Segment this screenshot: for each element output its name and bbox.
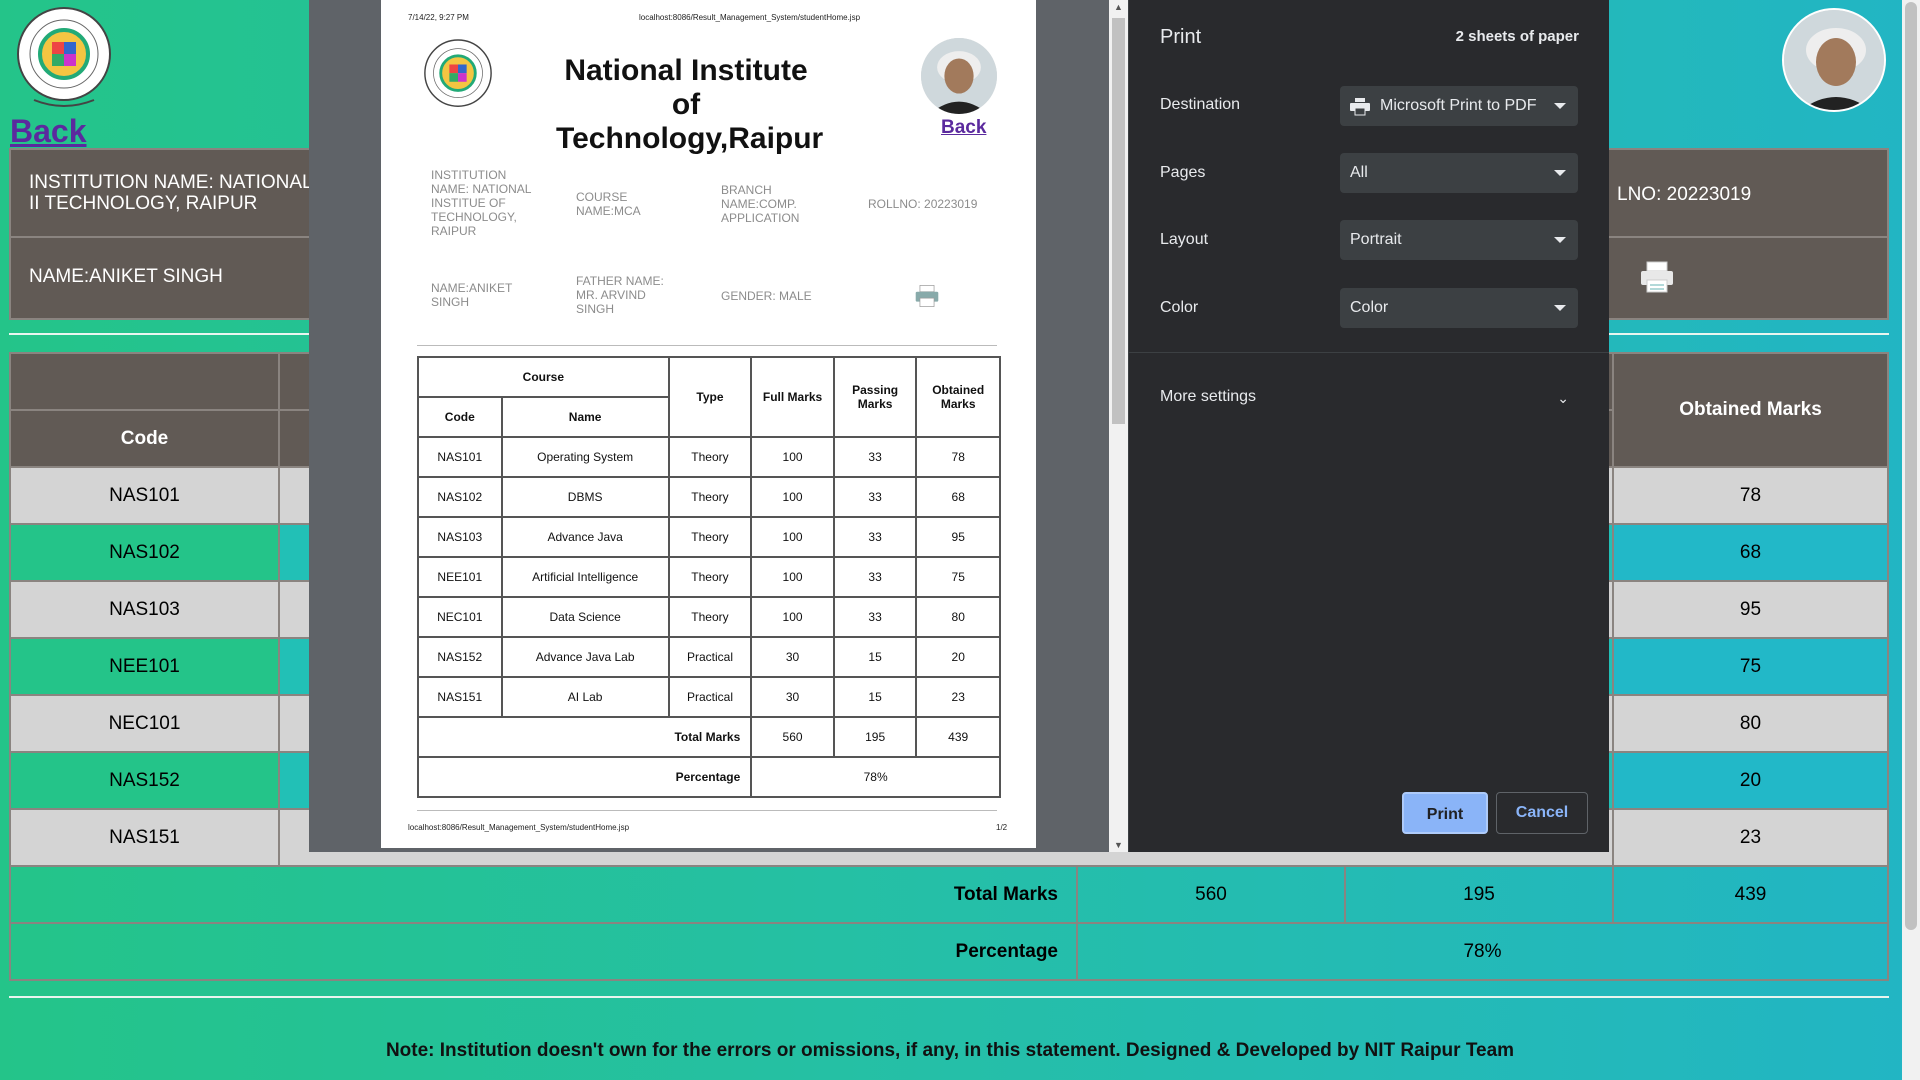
scroll-up-icon[interactable]: ▲ (1114, 2, 1123, 12)
print-header-url: localhost:8086/Result_Management_System/… (639, 13, 861, 22)
disclaimer-note: Note: Institution doesn't own for the er… (385, 1040, 1515, 1061)
preview-printer-icon (915, 285, 939, 307)
pages-label: Pages (1160, 164, 1206, 181)
print-dialog-title: Print (1160, 26, 1202, 48)
print-footer-page: 1/2 (996, 823, 1008, 832)
total-row: Total Marks 560 195 439 (416, 716, 1001, 758)
cancel-button[interactable]: Cancel (1496, 792, 1588, 834)
table-row: NEE101 Artificial Intelligence Theory 100 33… (417, 556, 1001, 598)
layout-select[interactable]: Portrait (1340, 220, 1578, 260)
destination-select[interactable]: Microsoft Print to PDF (1340, 86, 1578, 126)
preview-course: COURSE NAME:MCA (576, 190, 641, 218)
preview-title: National Institute of Technology,Raipur (556, 54, 824, 155)
layout-label: Layout (1160, 231, 1209, 248)
table-cell: NAS102 (9, 523, 280, 582)
divider (9, 996, 1889, 998)
rollno-text: LNO: 20223019 (1617, 184, 1752, 205)
pages-select[interactable]: All (1340, 153, 1578, 193)
table-cell: NAS152 (9, 751, 280, 810)
scroll-down-icon[interactable]: ▼ (1114, 840, 1123, 850)
chevron-down-icon (1554, 305, 1566, 311)
print-footer-url: localhost:8086/Result_Management_System/… (408, 823, 630, 832)
color-label: Color (1160, 299, 1199, 316)
table-cell: NAS103 (9, 580, 280, 639)
color-select[interactable]: Color (1340, 288, 1578, 328)
preview-name: NAME:ANIKET SINGH (431, 281, 513, 309)
obtained-header: Obtained Marks (1612, 352, 1889, 468)
printer-icon[interactable] (1639, 260, 1675, 294)
student-name-text: NAME:ANIKET SINGH (29, 266, 223, 287)
destination-label: Destination (1160, 96, 1241, 113)
percentage-value: 78% (1076, 922, 1889, 981)
print-settings-panel: Print 2 sheets of paper Destination Micr… (1129, 0, 1609, 852)
table-row: NAS151 AI Lab Practical 30 15 23 (417, 676, 1001, 718)
preview-sheet: 7/14/22, 9:27 PM localhost:8086/Result_M… (381, 0, 1036, 848)
code-header: Code (9, 409, 280, 468)
chevron-down-icon (1554, 103, 1566, 109)
table-row: NEC101 Data Science Theory 100 33 80 (417, 596, 1001, 638)
institute-logo (17, 7, 111, 107)
preview-gender: GENDER: MALE (721, 289, 812, 303)
chevron-down-icon (1554, 237, 1566, 243)
sheet-count: 2 sheets of paper (1455, 28, 1579, 45)
table-cell: NEE101 (9, 637, 280, 696)
chevron-down-icon[interactable]: ⌄ (1557, 390, 1569, 407)
print-header-date: 7/14/22, 9:27 PM (408, 13, 469, 22)
table-row: NAS103 Advance Java Theory 100 33 95 (417, 516, 1001, 558)
printer-icon (1350, 98, 1370, 116)
preview-result-table: Course Type Full Marks Passing Marks Obt… (416, 356, 1001, 798)
table-cell: NEC101 (9, 694, 280, 753)
preview-scrollbar[interactable]: ▲ ▼ (1109, 0, 1128, 852)
page-scrollbar[interactable] (1902, 0, 1920, 1080)
preview-institution: INSTITUTION NAME: NATIONAL INSTITUE OF T… (431, 168, 532, 238)
back-link[interactable]: Back (10, 113, 87, 150)
table-cell: NAS101 (9, 466, 280, 525)
percentage-row: Percentage 78% (416, 756, 1001, 798)
table-row: NAS152 Advance Java Lab Practical 30 15 20 (417, 636, 1001, 678)
print-button[interactable]: Print (1402, 792, 1488, 834)
chevron-down-icon (1554, 170, 1566, 176)
preview-branch: BRANCH NAME:COMP. APPLICATION (721, 183, 800, 225)
table-cell: NAS151 (9, 808, 280, 867)
more-settings-toggle[interactable]: More settings (1160, 388, 1256, 406)
table-row: NAS102 DBMS Theory 100 33 68 (417, 476, 1001, 518)
institution-name-text: INSTITUTION NAME: NATIONAL II TECHNOLOGY… (29, 172, 312, 214)
preview-photo (921, 38, 997, 114)
percentage-label: Percentage (9, 922, 1078, 981)
table-row: NAS101 Operating System Theory 100 33 78 (417, 436, 1001, 478)
preview-back-link: Back (941, 117, 987, 138)
preview-logo (424, 39, 492, 107)
student-photo (1782, 8, 1886, 112)
preview-rollno: ROLLNO: 20223019 (868, 197, 978, 211)
total-label: Total Marks (9, 865, 1078, 924)
preview-father: FATHER NAME: MR. ARVIND SINGH (576, 274, 664, 316)
